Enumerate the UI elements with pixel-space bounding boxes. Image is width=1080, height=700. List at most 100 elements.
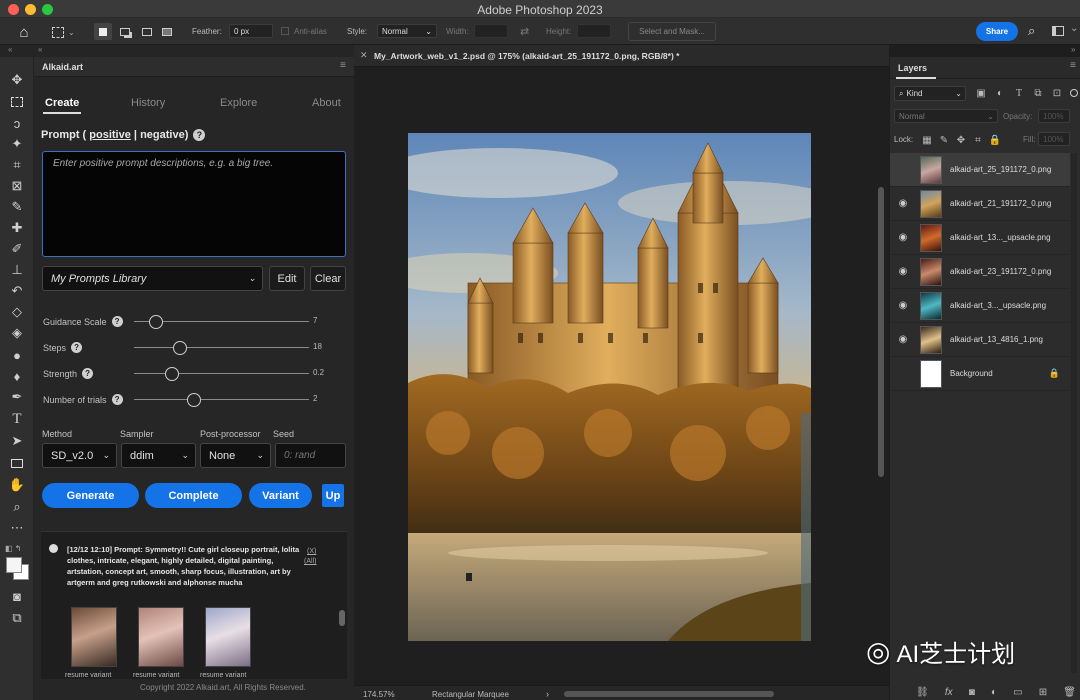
help-icon[interactable]: ? [82, 368, 94, 379]
prompts-library-select[interactable]: My Prompts Library ⌄ [42, 266, 263, 291]
close-tab-icon[interactable]: ✕ [360, 50, 368, 61]
thumbnail-actions[interactable]: resume variant [133, 672, 179, 679]
hand-tool-icon[interactable]: ✋ [6, 476, 28, 494]
visibility-eye-icon[interactable]: ◉ [896, 300, 910, 311]
layer-row[interactable]: ◉ alkaid-art_13_4816_1.png [890, 323, 1070, 357]
slider-track[interactable] [134, 347, 309, 348]
prompt-negative-toggle[interactable]: negative [140, 129, 185, 141]
height-input[interactable] [577, 24, 611, 38]
intersect-selection-button[interactable] [158, 23, 176, 40]
eraser-icon[interactable]: ◇ [6, 303, 28, 321]
width-input[interactable] [474, 24, 508, 38]
blur-tool-icon[interactable]: ● [6, 346, 28, 364]
upscale-button[interactable]: Up [322, 484, 344, 507]
visibility-eye-icon[interactable]: ◉ [896, 368, 910, 379]
paint-bucket-icon[interactable]: ◈ [6, 324, 28, 342]
magic-wand-icon[interactable]: ✦ [6, 135, 28, 153]
foreground-color-swatch[interactable] [6, 557, 22, 573]
thumbnail-actions[interactable]: resume variant [200, 672, 246, 679]
eyedropper-icon[interactable]: ✎ [6, 198, 28, 216]
home-icon[interactable]: ⌂ [12, 22, 36, 42]
seed-input[interactable]: 0: rand [275, 443, 346, 468]
layer-mask-icon[interactable]: ◙ [969, 687, 975, 698]
help-icon[interactable]: ? [193, 129, 206, 141]
layer-row[interactable]: ◉ alkaid-art_21_191172_0.png [890, 187, 1070, 221]
smart-object-filter-icon[interactable]: ⊡ [1050, 86, 1064, 100]
visibility-eye-icon[interactable]: ◉ [896, 266, 910, 277]
tab-about[interactable]: About [312, 97, 341, 109]
blend-mode-select[interactable]: Normal ⌄ [894, 109, 998, 123]
marquee-tool-icon[interactable] [6, 93, 28, 111]
lasso-tool-icon[interactable]: ↄ [6, 114, 28, 132]
lock-all-icon[interactable]: 🔒 [988, 133, 1002, 147]
prompt-textarea[interactable]: Enter positive prompt descriptions, e.g.… [42, 151, 346, 257]
method-select[interactable]: SD_v2.0 ⌄ [42, 443, 117, 468]
panel-menu-icon[interactable]: ≡ [1070, 60, 1076, 71]
help-icon[interactable]: ? [71, 342, 83, 353]
results-scrollbar[interactable] [339, 610, 345, 626]
collapse-icon[interactable]: « [8, 45, 12, 54]
slider-track[interactable] [134, 399, 309, 400]
layer-row[interactable]: ◉ alkaid-art_13..._upsacle.png [890, 221, 1070, 255]
layer-filter-select[interactable]: ⌕ Kind ⌄ [894, 86, 966, 101]
quick-mask-icon[interactable]: ◙ [6, 587, 28, 605]
type-filter-icon[interactable]: T [1012, 86, 1026, 100]
path-selection-icon[interactable]: ➤ [6, 432, 28, 450]
healing-brush-icon[interactable]: ✚ [6, 219, 28, 237]
post-processor-select[interactable]: None ⌄ [200, 443, 271, 468]
pen-tool-icon[interactable]: ✒ [6, 388, 28, 406]
visibility-eye-icon[interactable]: ◉ [896, 334, 910, 345]
subtract-selection-button[interactable] [138, 23, 156, 40]
antialias-checkbox[interactable] [281, 27, 289, 35]
visibility-eye-icon[interactable]: ◉ [896, 232, 910, 243]
result-thumbnail[interactable] [205, 607, 251, 667]
link-layers-icon[interactable]: ⛓ [916, 687, 929, 698]
brush-tool-icon[interactable]: ✐ [6, 240, 28, 258]
result-thumbnail[interactable] [138, 607, 184, 667]
remove-entry-link[interactable]: (X) [307, 548, 316, 555]
help-icon[interactable]: ? [111, 394, 123, 405]
select-and-mask-button[interactable]: Select and Mask... [628, 22, 716, 41]
chevron-down-icon[interactable]: ⌄ [1070, 23, 1078, 34]
variant-button[interactable]: Variant [249, 483, 312, 508]
adjustment-filter-icon[interactable]: ◐ [993, 86, 1007, 100]
screen-mode-icon[interactable]: ⧉ [6, 609, 28, 627]
panel-menu-icon[interactable]: ≡ [340, 60, 346, 71]
slider-track[interactable] [134, 373, 309, 374]
complete-button[interactable]: Complete [145, 483, 242, 508]
style-select[interactable]: Normal ⌄ [377, 24, 437, 38]
tab-explore[interactable]: Explore [220, 97, 257, 109]
edit-button[interactable]: Edit [269, 266, 305, 291]
fx-icon[interactable]: fx [945, 687, 953, 698]
artwork-canvas[interactable] [408, 133, 811, 641]
move-tool-icon[interactable]: ✥ [6, 71, 28, 89]
document-tab-title[interactable]: My_Artwork_web_v1_2.psd @ 175% (alkaid-a… [374, 51, 679, 61]
canvas-area[interactable] [354, 67, 889, 685]
swap-icon[interactable]: ⇄ [520, 25, 529, 38]
layer-row[interactable]: ◉ alkaid-art_3..._upsacle.png [890, 289, 1070, 323]
clear-button[interactable]: Clear [310, 266, 346, 291]
help-icon[interactable]: ? [111, 316, 123, 327]
workspace-icon[interactable] [1052, 26, 1064, 36]
rectangle-tool-icon[interactable] [6, 454, 28, 472]
feather-input[interactable]: 0 px [229, 24, 273, 38]
canvas-vertical-scrollbar[interactable] [878, 187, 884, 477]
collapse-icon[interactable]: « [38, 45, 42, 54]
layer-row[interactable]: ◉ Background 🔒 [890, 357, 1070, 391]
more-tools-icon[interactable]: ⋯ [6, 519, 28, 537]
tab-create[interactable]: Create [45, 97, 79, 109]
opacity-input[interactable]: 100% [1038, 109, 1070, 123]
result-thumbnail[interactable] [71, 607, 117, 667]
sampler-select[interactable]: ddim ⌄ [121, 443, 196, 468]
fill-input[interactable]: 100% [1038, 132, 1070, 146]
search-icon[interactable]: ⌕ [1028, 23, 1035, 39]
remove-all-link[interactable]: (All) [304, 558, 316, 565]
image-filter-icon[interactable]: ▣ [974, 86, 988, 100]
new-layer-icon[interactable]: ⊞ [1039, 687, 1047, 698]
visibility-eye-icon[interactable]: ◉ [896, 198, 910, 209]
shape-filter-icon[interactable]: ⧉ [1031, 86, 1045, 100]
layer-row[interactable]: ◉ alkaid-art_23_191172_0.png [890, 255, 1070, 289]
layers-title[interactable]: Layers [898, 63, 927, 73]
lock-pixels-icon[interactable]: ✎ [937, 133, 951, 147]
lock-position-icon[interactable]: ✥ [954, 133, 968, 147]
